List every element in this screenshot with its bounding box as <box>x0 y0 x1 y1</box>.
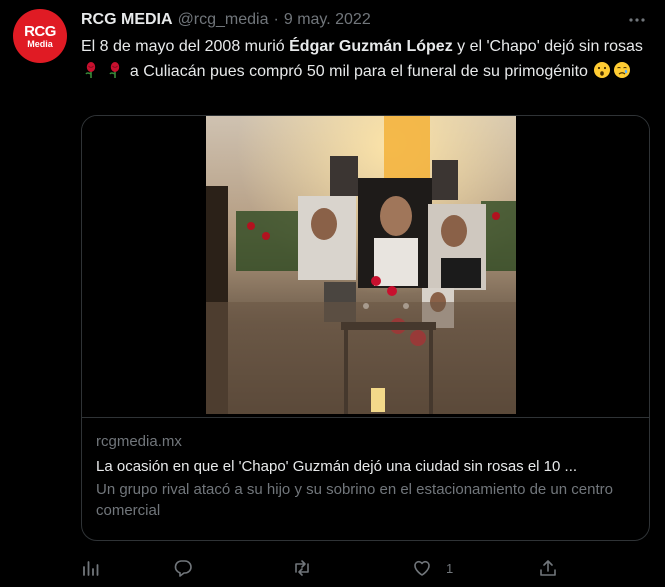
tweet-header: RCG MEDIA @rcg_media · 9 may. 2022 <box>81 10 625 30</box>
retweet-button[interactable] <box>292 553 312 583</box>
card-title: La ocasión en que el 'Chapo' Guzmán dejó… <box>96 458 578 475</box>
link-card[interactable]: rcgmedia.mx La ocasión en que el 'Chapo'… <box>81 115 650 541</box>
analytics-icon <box>83 561 99 576</box>
tweet-text-part3: a Culiacán pues compró 50 mil para el fu… <box>125 63 593 80</box>
avatar-text-bottom: Media <box>27 38 53 49</box>
tweet-text-part1: El 8 de mayo del 2008 murió <box>81 38 290 55</box>
share-icon <box>540 560 556 576</box>
more-icon[interactable] <box>627 10 647 30</box>
tweet[interactable]: RCG Media RCG MEDIA @rcg_media · 9 may. … <box>0 0 665 587</box>
separator-dot: · <box>273 11 279 28</box>
crying-face-icon <box>614 62 631 78</box>
astonished-face-icon <box>594 62 611 78</box>
like-icon <box>414 560 430 576</box>
tweet-date[interactable]: 9 may. 2022 <box>284 11 371 29</box>
like-button[interactable]: 1 <box>412 553 453 583</box>
avatar[interactable]: RCG Media <box>13 9 67 63</box>
card-domain: rcgmedia.mx <box>96 433 182 450</box>
rose-icon <box>85 62 96 78</box>
avatar-text-top: RCG <box>24 22 56 40</box>
card-description: Un grupo rival atacó a su hijo y su sobr… <box>96 481 613 519</box>
action-bar: 1 <box>81 553 650 583</box>
tweet-text: El 8 de mayo del 2008 murió Édgar Guzmán… <box>81 34 646 84</box>
memorial-photo <box>206 116 516 414</box>
rose-icon <box>109 62 120 78</box>
tweet-text-bold: Édgar Guzmán López <box>289 38 453 55</box>
share-button[interactable] <box>538 553 558 583</box>
tweet-text-part2: y el 'Chapo' dejó sin rosas <box>452 38 643 55</box>
card-media[interactable] <box>82 116 649 418</box>
user-handle[interactable]: @rcg_media <box>178 11 269 29</box>
card-meta[interactable]: rcgmedia.mx La ocasión en que el 'Chapo'… <box>82 419 649 521</box>
analytics-button[interactable] <box>81 553 101 583</box>
reply-button[interactable] <box>173 553 193 583</box>
like-count: 1 <box>446 560 454 576</box>
retweet-icon <box>295 560 309 576</box>
reply-icon <box>174 560 192 577</box>
display-name[interactable]: RCG MEDIA <box>81 11 173 29</box>
